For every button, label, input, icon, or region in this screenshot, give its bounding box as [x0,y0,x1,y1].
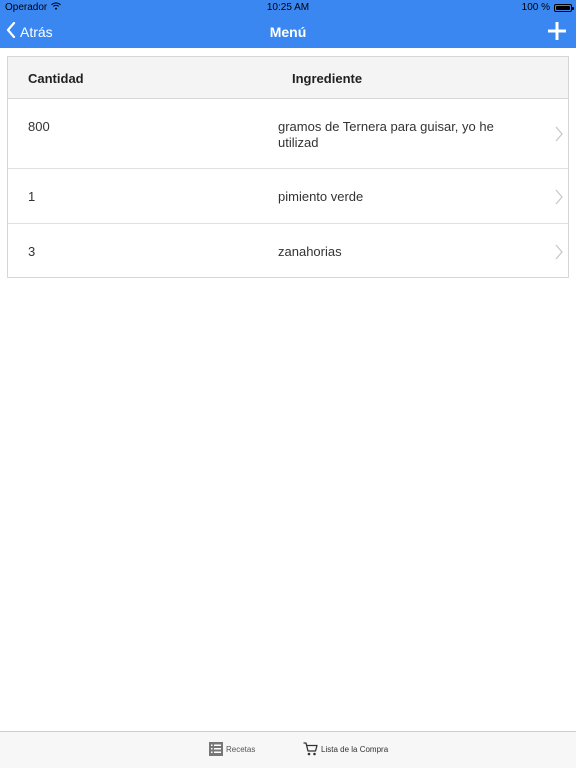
list-icon [209,742,223,756]
table-header: Cantidad Ingrediente [8,57,568,99]
ingredients-table: Cantidad Ingrediente 800 gramos de Terne… [7,56,569,278]
battery-group: 100 % [521,2,574,13]
table-row[interactable]: 800 gramos de Ternera para guisar, yo he… [8,99,568,169]
table-row[interactable]: 3 zanahorias [8,224,568,279]
table-row[interactable]: 1 pimiento verde [8,169,568,224]
chevron-right-icon [554,244,564,260]
chevron-left-icon [6,21,16,41]
row-ingredient: pimiento verde [278,189,364,204]
add-button[interactable] [546,20,568,42]
row-quantity: 800 [28,119,50,134]
back-label: Atrás [20,23,53,40]
row-quantity: 3 [28,244,36,259]
tab-recetas[interactable]: Recetas [209,742,255,756]
tab-lista-compra[interactable]: Lista de la Compra [303,742,388,756]
battery-icon [554,3,574,12]
navigation-bar: Atrás Menú [0,16,576,48]
battery-percent: 100 % [521,2,550,13]
quantity-column-header: Cantidad [28,71,84,86]
status-bar: Operador 10:25 AM 100 % [0,0,576,16]
cart-icon [303,742,318,756]
ingredient-column-header: Ingrediente [292,71,363,86]
row-ingredient: gramos de Ternera para guisar, yo he uti… [278,119,494,150]
row-quantity: 1 [28,189,36,204]
status-time: 10:25 AM [266,2,310,13]
chevron-right-icon [554,189,564,205]
tab-recetas-label: Recetas [226,744,256,754]
row-ingredient: zanahorias [278,244,342,259]
tab-lista-compra-label: Lista de la Compra [321,744,389,754]
plus-icon [548,22,566,40]
chevron-right-icon [554,126,564,142]
back-button[interactable]: Atrás [6,21,53,41]
tab-bar: Recetas Lista de la Compra [0,731,576,768]
page-title: Menú [269,24,307,40]
